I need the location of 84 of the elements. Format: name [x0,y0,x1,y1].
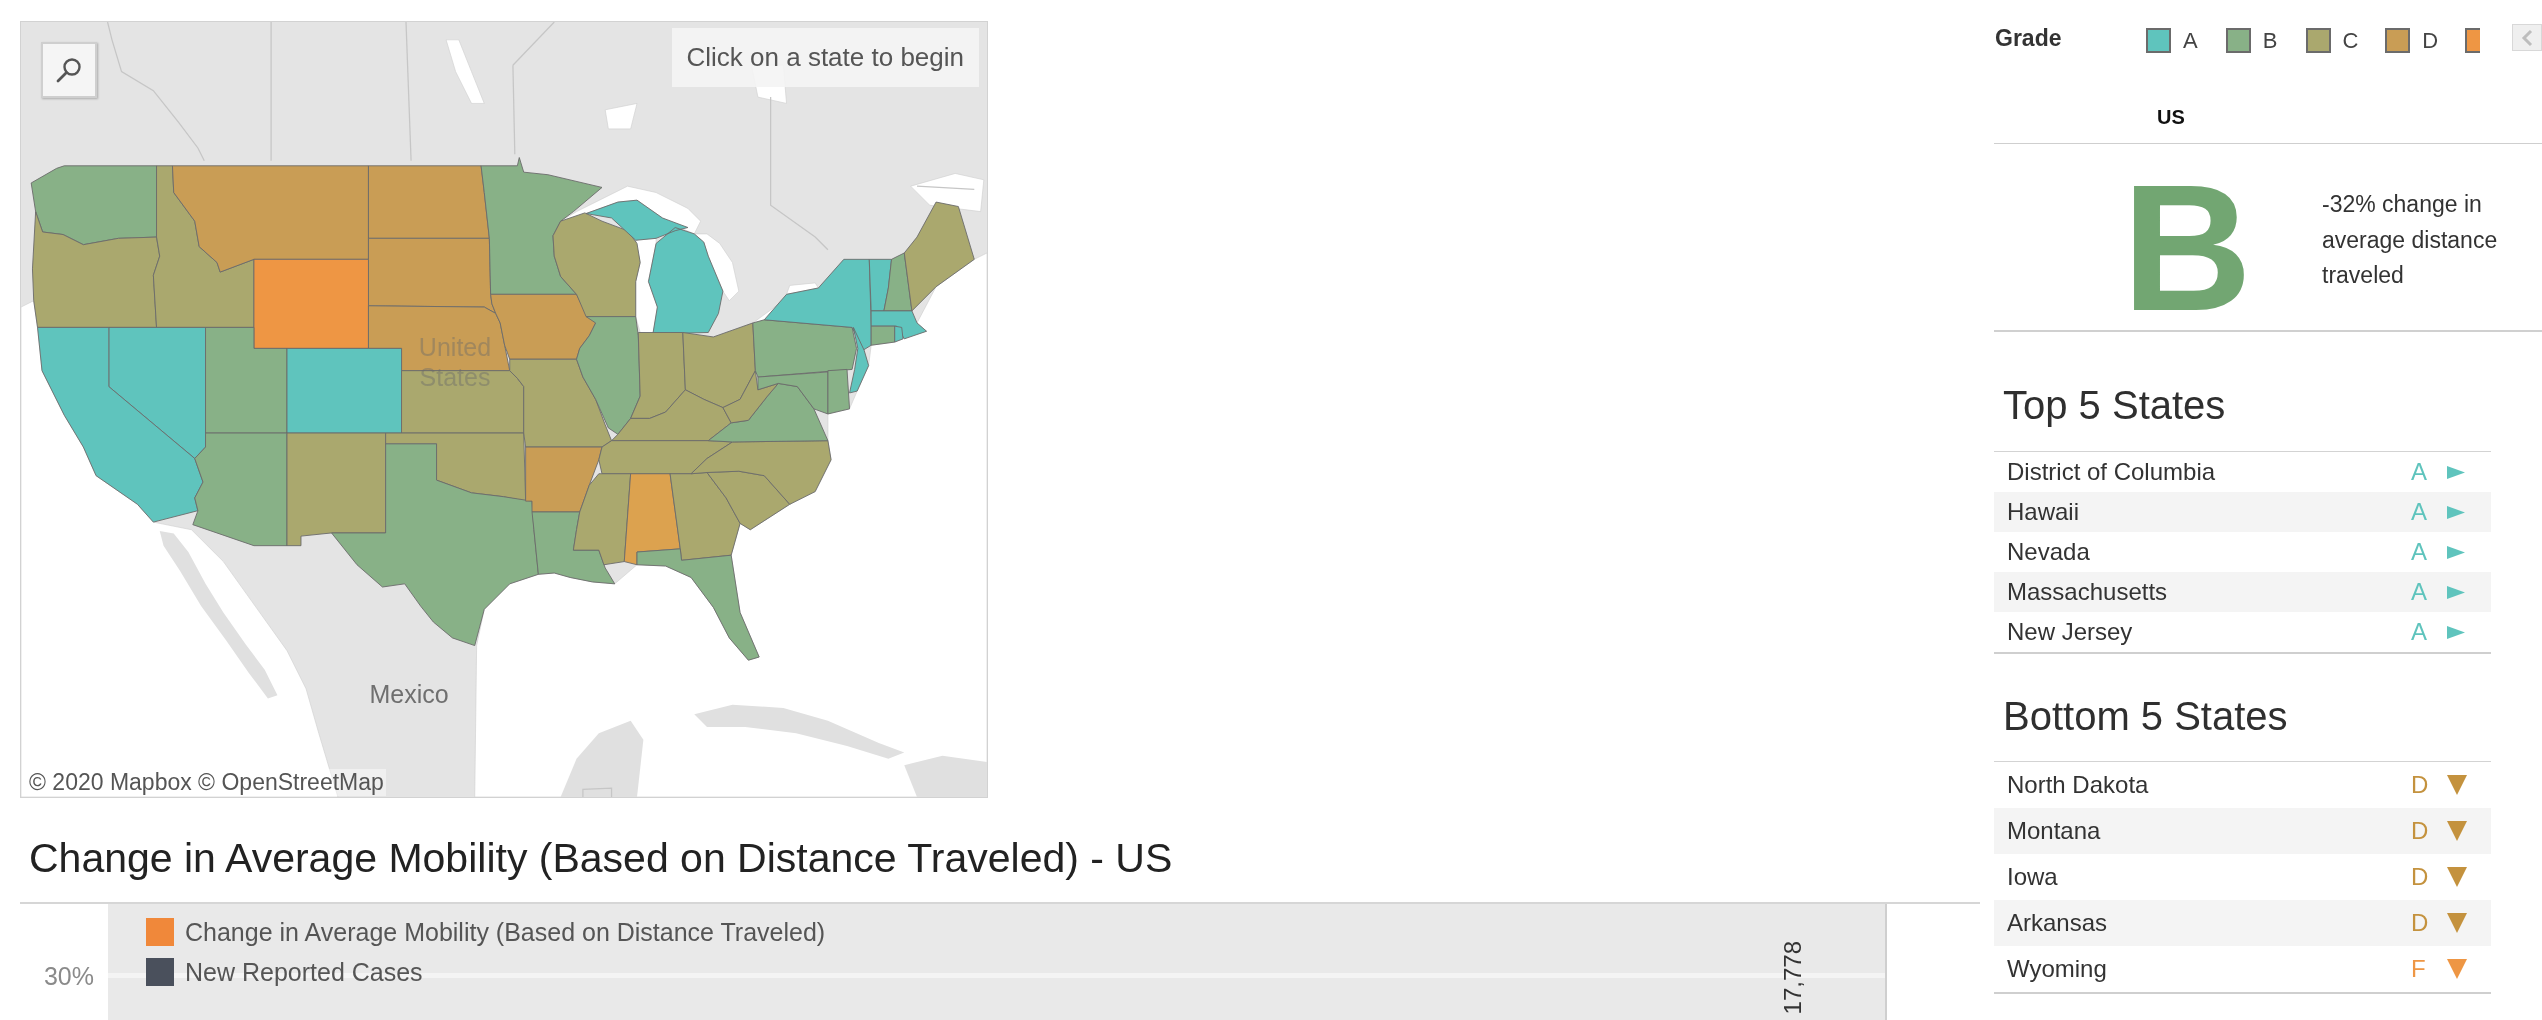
state-region[interactable] [827,368,850,415]
state-region[interactable] [552,212,641,318]
state-region[interactable] [598,440,733,475]
state-region[interactable] [636,548,760,661]
table-row[interactable]: Hawaii A [1994,492,2491,532]
state-region[interactable] [883,252,913,312]
state-name: Iowa [2007,863,2058,891]
grade-letter: A [2411,618,2427,646]
grade-letter: B [2122,158,2252,338]
state-name: Nevada [2007,538,2090,566]
lake [445,39,485,104]
search-button[interactable] [41,42,97,98]
state-name: Arkansas [2007,909,2108,937]
lake [786,282,819,295]
map-instruction: Click on a state to begin [671,28,979,87]
legend-label: A [2183,28,2198,54]
state-region[interactable] [30,165,157,246]
state-region[interactable] [480,157,603,295]
state-name: Massachusetts [2007,578,2168,606]
legend-label: D [2422,28,2439,54]
state-region[interactable] [903,201,975,312]
state-region[interactable] [401,370,525,434]
state-region[interactable] [286,347,402,434]
state-region[interactable] [870,310,927,340]
table-row[interactable]: Arkansas D [1994,900,2491,946]
state-region[interactable] [192,432,288,547]
state-region[interactable] [531,511,616,585]
state-region[interactable] [253,258,369,349]
state-name: Montana [2007,817,2101,845]
state-region[interactable] [682,322,756,409]
chevron-left-icon [2521,28,2533,47]
y-tick-label: 30% [43,961,94,991]
legend-label: C [2342,28,2359,54]
state-region[interactable] [286,432,387,547]
grade-letter: A [2411,538,2427,566]
grade-letter: D [2411,863,2429,891]
state-name: Wyoming [2007,955,2107,983]
legend-label: B [2262,28,2278,54]
state-name: Hawaii [2007,498,2080,526]
state-region[interactable] [752,319,857,378]
state-region[interactable] [611,389,732,442]
table-row[interactable]: Massachusetts A [1994,572,2491,612]
lake [604,103,638,130]
chart-title: Change in Average Mobility (Based on Distance Traveled) - US [29,834,1173,883]
change-description: -32% change in average distance traveled [2322,190,2499,290]
data-label: 17,778 [1780,941,1806,1015]
state-name: District of Columbia [2007,458,2216,486]
state-region[interactable] [623,473,681,566]
map-label: Mexico [369,679,449,709]
region-name: US [2157,105,2185,129]
state-region[interactable] [576,316,641,435]
state-region[interactable] [585,199,724,335]
state-region[interactable] [37,326,204,523]
state-name: New Jersey [2007,618,2133,646]
boundary-line [916,185,975,190]
grade-letter: F [2411,955,2426,983]
grade-letter: D [2411,817,2429,845]
state-region[interactable] [894,325,904,343]
search-icon [56,57,82,83]
state-name: North Dakota [2007,771,2149,799]
state-region[interactable] [706,470,791,531]
state-region[interactable] [868,258,892,312]
legend-title: Grade [1995,24,2062,52]
state-region[interactable] [669,472,741,561]
scroll-left-button[interactable] [2512,24,2542,51]
state-region[interactable] [630,332,686,419]
state-region[interactable] [849,326,870,394]
state-region[interactable] [870,325,896,346]
map-attribution: © 2020 Mapbox © OpenStreetMap [27,769,386,796]
grade-letter: D [2411,909,2429,937]
list-title: Bottom 5 States [2003,693,2288,740]
legend-label: Change in Average Mobility (Based on Distance Traveled) [185,918,826,946]
state-region[interactable] [690,440,832,505]
grade-letter: D [2411,771,2429,799]
table-row[interactable]: Montana D [1994,808,2491,854]
grade-letter: A [2411,458,2427,486]
list-title: Top 5 States [2003,382,2226,429]
legend-label: New Reported Cases [185,958,423,986]
grade-letter: A [2411,498,2427,526]
grade-letter: A [2411,578,2427,606]
state-region[interactable] [572,473,632,566]
state-region[interactable] [108,326,206,459]
state-region[interactable] [331,443,539,646]
state-region[interactable] [722,370,779,424]
